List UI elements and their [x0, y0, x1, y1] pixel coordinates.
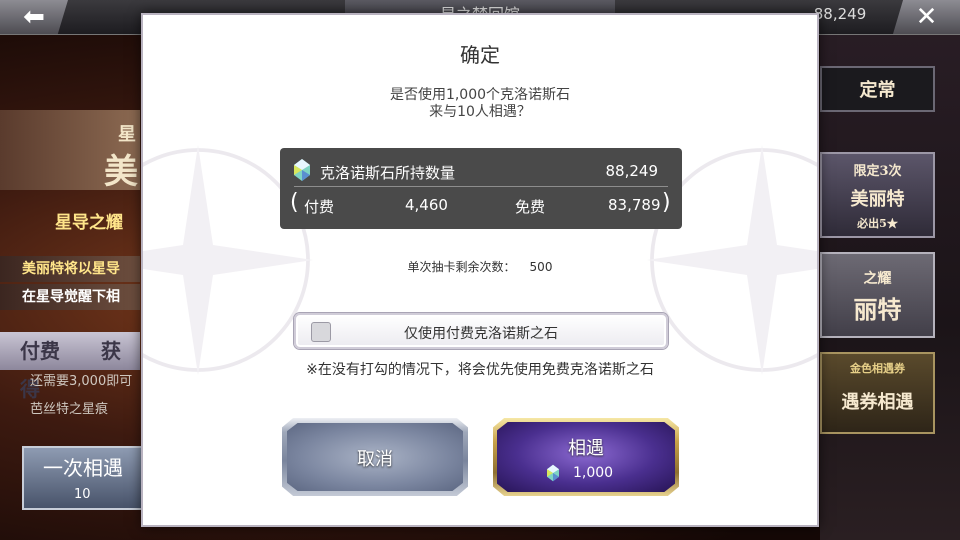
- encounter-cost-value: 1,000: [573, 465, 614, 481]
- event-banner-name: 丽特: [853, 295, 902, 324]
- limited-banner-card[interactable]: 限定3次 美丽特 必出5★: [820, 152, 935, 238]
- event-banner-top: 之耀: [863, 271, 892, 287]
- cancel-label: 取消: [357, 449, 393, 470]
- close-paren: ): [662, 190, 671, 215]
- banner-desc-2: 在星导觉醒下相: [0, 284, 140, 310]
- remain-value: 500: [529, 260, 553, 274]
- confirm-dialog: 确定 是否使用1,000个克洛诺斯石 来与10人相遇？ 克洛诺斯石所持数量 88…: [141, 13, 819, 527]
- encounter-label: 相遇: [568, 438, 604, 459]
- tab-regular[interactable]: 定常: [820, 66, 935, 112]
- banner-title-line2: 美: [104, 152, 138, 192]
- star-mark-note: 芭丝特之星痕: [30, 402, 109, 417]
- limited-label: 限定3次: [853, 164, 902, 179]
- remain-label: 单次抽卡剩余次数：: [407, 260, 516, 274]
- single-draw-label: 一次相遇: [43, 456, 123, 480]
- stone-total: 88,249: [605, 162, 659, 180]
- chronos-stone-icon: [547, 464, 559, 482]
- encounter-cost: 1,000: [547, 464, 613, 482]
- chronos-stone-icon: [294, 159, 310, 181]
- ticket-name: 遇券相遇: [841, 392, 914, 413]
- limited-name: 美丽特: [850, 189, 905, 210]
- banner-subtitle: 星导之耀: [55, 213, 123, 233]
- single-draw-remaining: 单次抽卡剩余次数： 500: [143, 258, 817, 275]
- encounter-button[interactable]: 相遇 1,000: [493, 418, 679, 496]
- free-label: 免费: [515, 198, 546, 216]
- dialog-question: 是否使用1,000个克洛诺斯石 来与10人相遇？: [143, 87, 817, 121]
- single-draw-cost: 10: [74, 487, 91, 502]
- free-value: 83,789: [608, 196, 661, 214]
- paid-only-label: 仅使用付费克洛诺斯之石: [404, 326, 558, 342]
- single-draw-button[interactable]: 一次相遇 10: [22, 446, 144, 510]
- close-button[interactable]: ✕: [893, 0, 960, 34]
- stone-breakdown-row: ( 付费 4,460 免费 83,789 ): [290, 190, 672, 220]
- back-button[interactable]: ⬅: [0, 0, 68, 34]
- paid-only-checkbox-row[interactable]: 仅使用付费克洛诺斯之石: [294, 313, 668, 349]
- limited-sub: 必出5★: [857, 217, 898, 230]
- free-first-note: ※在没有打勾的情况下，将会优先使用免费克洛诺斯之石: [306, 362, 654, 378]
- ticket-label: 金色相遇券: [850, 362, 905, 375]
- back-arrow-icon: ⬅: [23, 2, 45, 32]
- stone-balance-box: 克洛诺斯石所持数量 88,249 ( 付费 4,460 免费 83,789 ): [280, 148, 682, 229]
- paid-acquire-bar: 付费 获得: [0, 332, 140, 401]
- ticket-banner-card[interactable]: 金色相遇券 遇券相遇: [820, 352, 935, 434]
- remaining-note: 还需要3,000即可: [30, 374, 133, 389]
- paid-value: 4,460: [405, 196, 448, 214]
- paid-label: 付费: [304, 198, 335, 216]
- cancel-button[interactable]: 取消: [282, 418, 468, 496]
- paid-label: 付费: [20, 339, 60, 363]
- question-line-1: 是否使用1,000个克洛诺斯石: [389, 87, 571, 103]
- close-icon: ✕: [915, 2, 938, 32]
- dialog-title: 确定: [460, 43, 500, 67]
- open-paren: (: [290, 190, 299, 215]
- stone-total-row: 克洛诺斯石所持数量 88,249: [294, 156, 668, 187]
- banner-title-line1: 星: [118, 124, 136, 145]
- event-banner-card[interactable]: 之耀 丽特: [820, 252, 935, 338]
- banner-title: 星 美: [0, 110, 140, 192]
- question-line-2: 来与10人相遇？: [429, 104, 531, 120]
- banner-desc-1: 美丽特将以星导: [0, 256, 140, 282]
- stone-label: 克洛诺斯石所持数量: [320, 164, 456, 182]
